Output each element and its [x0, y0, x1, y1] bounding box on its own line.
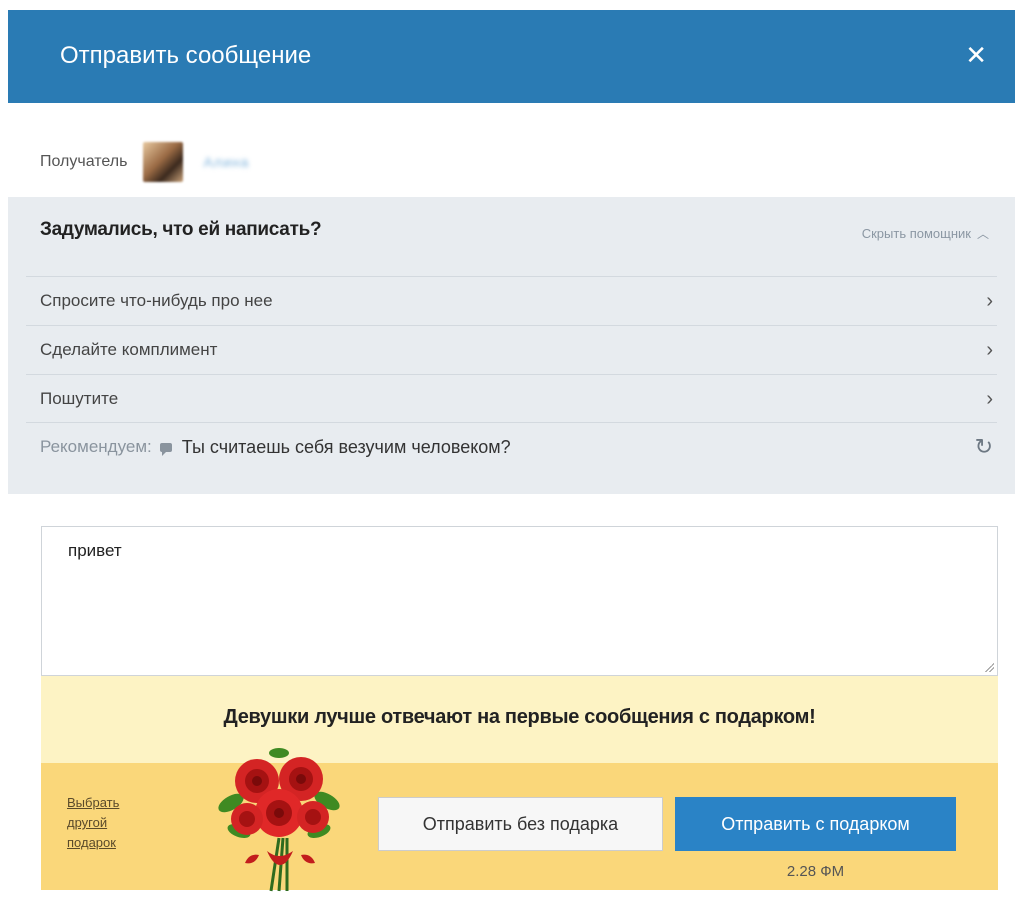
helper-option-label: Сделайте комплимент: [40, 340, 218, 359]
choose-other-gift-link[interactable]: Выбрать другой подарок: [67, 793, 147, 853]
send-message-dialog: Отправить сообщение ✕ Получатель Алина З…: [8, 10, 1015, 900]
message-textarea[interactable]: привет: [41, 526, 998, 676]
message-text: привет: [68, 541, 122, 560]
send-without-gift-button[interactable]: Отправить без подарка: [378, 797, 663, 851]
helper-option-compliment[interactable]: Сделайте комплимент ›: [26, 325, 997, 374]
resize-grip-icon[interactable]: [984, 662, 994, 672]
avatar[interactable]: [143, 142, 184, 182]
recipient-name[interactable]: Алина: [203, 154, 249, 170]
hide-helper-button[interactable]: Скрыть помощник ︿: [862, 225, 989, 242]
chevron-right-icon: ›: [986, 338, 993, 361]
chevron-right-icon: ›: [986, 387, 993, 410]
helper-option-joke[interactable]: Пошутите ›: [26, 374, 997, 423]
helper-option-label: Спросите что-нибудь про нее: [40, 291, 273, 310]
gift-price: 2.28 ФМ: [786, 863, 845, 880]
recommendation-row: Рекомендуем: Ты считаешь себя везучим че…: [26, 422, 997, 471]
recommend-suggestion[interactable]: Ты считаешь себя везучим человеком?: [182, 437, 975, 458]
helper-question: Задумались, что ей написать?: [40, 219, 322, 240]
close-icon[interactable]: ✕: [965, 42, 987, 68]
recommend-label: Рекомендуем:: [40, 437, 152, 456]
refresh-icon[interactable]: ↻: [975, 434, 993, 460]
helper-option-label: Пошутите: [40, 389, 119, 408]
speech-bubble-icon: [159, 442, 172, 456]
helper-header: Задумались, что ей написать? Скрыть помо…: [40, 219, 995, 259]
recipient-label: Получатель: [40, 153, 128, 170]
dialog-title: Отправить сообщение: [60, 42, 312, 69]
promo-text: Девушки лучше отвечают на первые сообщен…: [223, 706, 816, 728]
helper-option-ask[interactable]: Спросите что-нибудь про нее ›: [26, 276, 997, 325]
gift-promo-banner: Девушки лучше отвечают на первые сообщен…: [41, 676, 998, 763]
gift-bar: Выбрать другой подарок Отправить без под…: [41, 748, 998, 892]
chevron-right-icon: ›: [986, 289, 993, 312]
hide-helper-label: Скрыть помощник: [861, 226, 971, 241]
rose-bouquet-icon[interactable]: [209, 743, 349, 893]
message-helper: Задумались, что ей написать? Скрыть помо…: [8, 197, 1015, 494]
dialog-header: Отправить сообщение ✕: [8, 10, 1015, 103]
chevron-up-icon: ︿: [976, 227, 989, 241]
recipient-row: Получатель Алина: [40, 142, 249, 182]
send-with-gift-button[interactable]: Отправить с подарком: [675, 797, 956, 851]
